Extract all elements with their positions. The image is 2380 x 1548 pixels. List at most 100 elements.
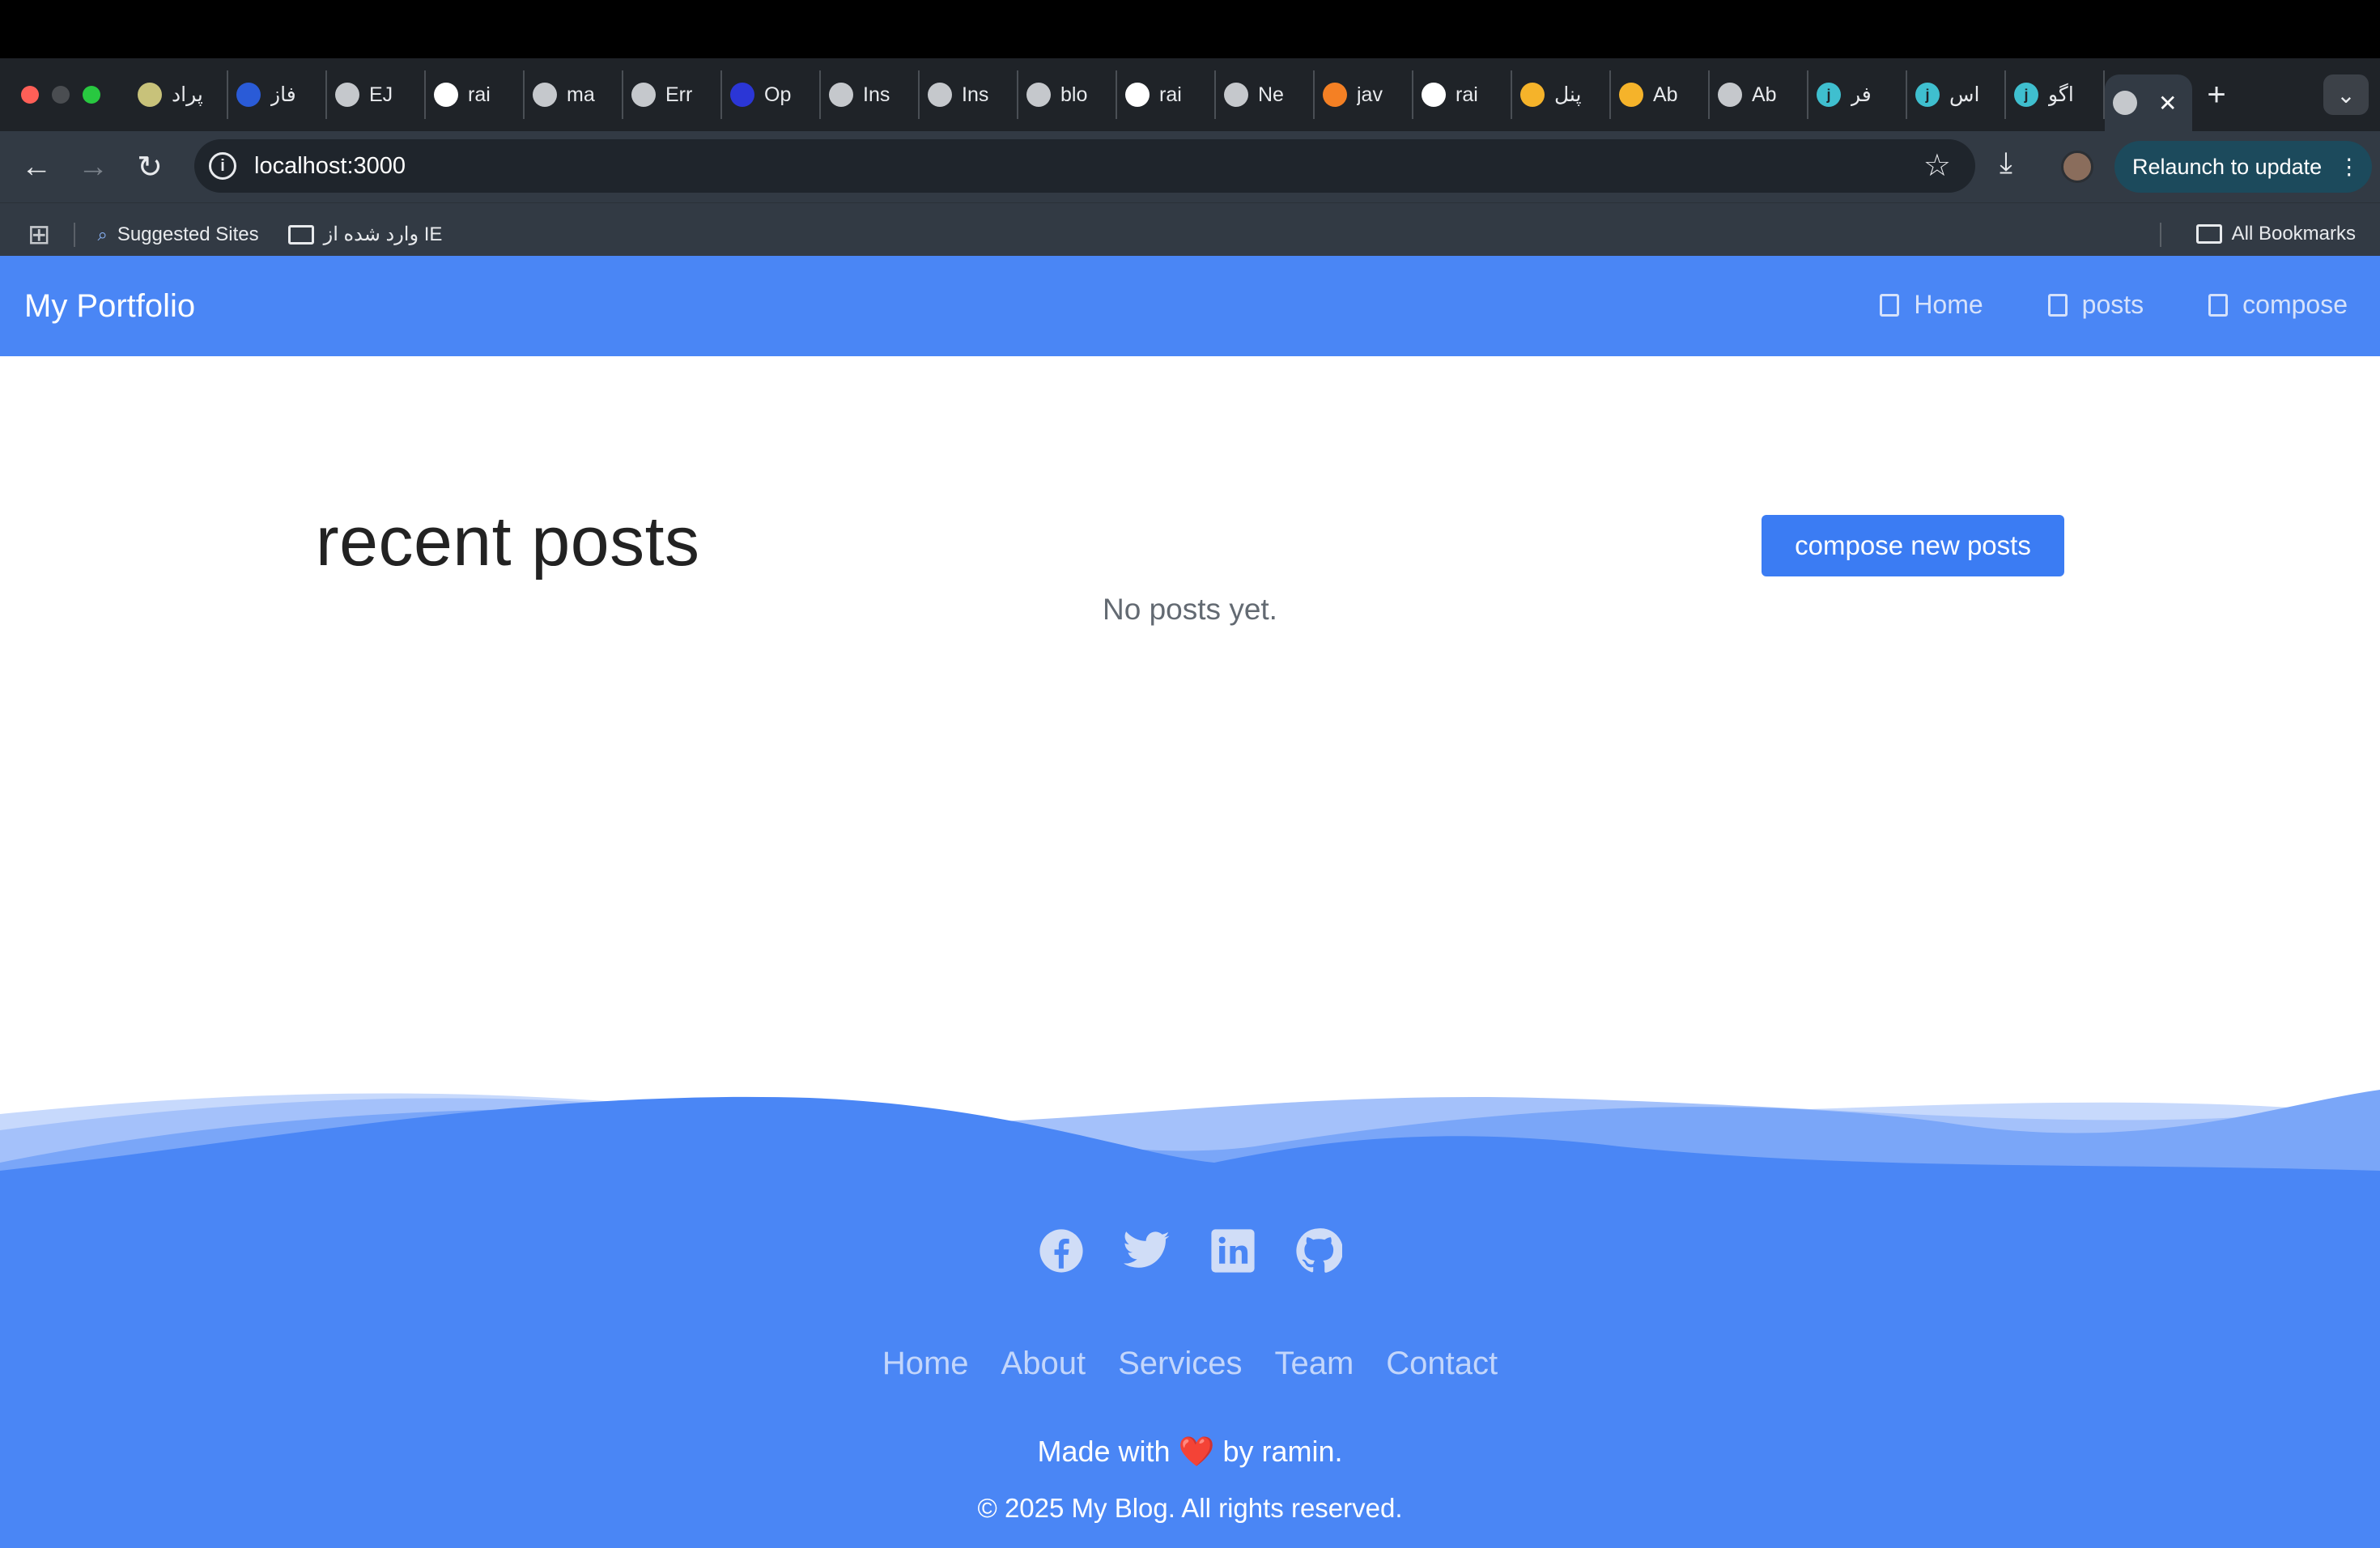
all-bookmarks-button[interactable]: All Bookmarks (2195, 223, 2356, 245)
bookmark-label: وارد شده از IE (323, 223, 443, 245)
stackoverflow-icon (1323, 83, 1347, 107)
browser-tab[interactable]: Err (623, 70, 722, 119)
browser-tab[interactable]: EJ (327, 70, 426, 119)
compose-new-posts-button[interactable]: compose new posts (1762, 515, 2064, 576)
nav-link-posts[interactable]: posts (2047, 290, 2144, 320)
browser-tab[interactable]: ma (525, 70, 623, 119)
nav-link-label: Home (1914, 290, 1983, 319)
search-icon: ⌕ (97, 223, 108, 245)
nav-link-label: posts (2081, 290, 2144, 319)
page-title: recent posts (316, 503, 700, 580)
site-navbar: My Portfolio Home posts compose (0, 256, 2380, 356)
twitter-icon[interactable] (1124, 1227, 1171, 1274)
close-tab-icon[interactable]: ✕ (2158, 90, 2177, 117)
browser-tab[interactable]: rai (1413, 70, 1512, 119)
browser-tab[interactable]: Ab (1611, 70, 1710, 119)
made-with-pre: Made with (1037, 1435, 1171, 1468)
made-with-post: by ramin. (1222, 1435, 1343, 1468)
footer-links: Home About Services Team Contact (0, 1346, 2380, 1382)
copy-icon (2047, 293, 2068, 317)
footer-link-services[interactable]: Services (1118, 1346, 1242, 1382)
footer-link-about[interactable]: About (1001, 1346, 1086, 1382)
window-controls (0, 86, 130, 104)
tab-title: پنل (1554, 83, 1582, 106)
tab-title: ma (567, 83, 595, 106)
browser-tab[interactable]: j اگو (2006, 70, 2105, 119)
apps-grid-icon[interactable]: ⊞ (28, 219, 51, 251)
footer-wave (0, 1090, 2380, 1179)
github-icon (434, 83, 458, 107)
download-icon[interactable]: ⤓ (2000, 146, 2012, 181)
chrome-icon (1224, 83, 1248, 107)
vuetify-icon (1619, 83, 1643, 107)
back-button[interactable]: ← (8, 150, 65, 185)
browser-tab[interactable]: blo (1018, 70, 1117, 119)
web-page: My Portfolio Home posts compose recent pos… (0, 256, 2380, 1548)
footer-link-contact[interactable]: Contact (1386, 1346, 1498, 1382)
site-brand[interactable]: My Portfolio (24, 288, 195, 325)
tab-title: Ins (962, 83, 989, 106)
tab-title: rai (468, 83, 491, 106)
j-icon: j (2014, 83, 2038, 107)
site-info-icon[interactable]: i (209, 152, 236, 180)
openai-icon (730, 83, 754, 107)
nav-link-compose[interactable]: compose (2208, 290, 2348, 320)
tab-search-button[interactable]: ⌄ (2323, 74, 2369, 115)
forward-button[interactable]: → (65, 150, 121, 185)
address-bar[interactable]: i localhost:3000 ☆ (194, 139, 1975, 193)
relaunch-button[interactable]: Relaunch to update ⋮ (2114, 141, 2372, 193)
browser-tab[interactable]: rai (426, 70, 525, 119)
divider (2160, 223, 2161, 247)
browser-tab-active[interactable]: ✕ (2105, 74, 2192, 131)
url-text[interactable]: localhost:3000 (254, 153, 406, 180)
more-vert-icon: ⋮ (2338, 154, 2361, 179)
browser-tab[interactable]: Op (722, 70, 821, 119)
browser-tab[interactable]: فاز (228, 70, 327, 119)
nav-link-label: compose (2242, 290, 2348, 319)
copy-icon (1880, 293, 1900, 317)
browser-tab[interactable]: Ne (1216, 70, 1315, 119)
zoom-window-button[interactable] (83, 86, 100, 104)
linkedin-icon[interactable] (1209, 1227, 1256, 1274)
globe-icon (631, 83, 656, 107)
bookmark-suggested-sites[interactable]: ⌕ Suggested Sites (98, 223, 259, 246)
tab-title: اس (1949, 83, 1980, 106)
relaunch-label: Relaunch to update (2132, 154, 2323, 179)
tab-title: rai (1456, 83, 1478, 106)
bookmark-folder-imported[interactable]: وارد شده از IE (287, 223, 443, 246)
footer-link-home[interactable]: Home (882, 1346, 969, 1382)
site-footer: Home About Services Team Contact Made with ❤… (0, 1090, 2380, 1548)
globe-icon (1026, 83, 1051, 107)
tab-title: فر (1851, 83, 1872, 106)
browser-tab[interactable]: rai (1117, 70, 1216, 119)
github-icon[interactable] (1295, 1227, 1342, 1274)
footer-link-team[interactable]: Team (1274, 1346, 1354, 1382)
github-icon (1422, 83, 1446, 107)
tab-title: پراد (172, 83, 203, 106)
reload-button[interactable]: ↻ (121, 149, 178, 185)
browser-tab[interactable]: پنل (1512, 70, 1611, 119)
j-icon: j (1817, 83, 1841, 107)
browser-tab[interactable]: پراد (130, 70, 228, 119)
mac-menubar (0, 0, 2380, 58)
facebook-icon[interactable] (1038, 1227, 1085, 1274)
minimize-window-button[interactable] (52, 86, 70, 104)
close-window-button[interactable] (21, 86, 39, 104)
browser-tab[interactable]: jav (1315, 70, 1413, 119)
bookmark-label: Suggested Sites (117, 223, 259, 245)
nav-link-home[interactable]: Home (1880, 290, 1983, 320)
shield-icon (138, 83, 162, 107)
browser-tab[interactable]: Ins (821, 70, 920, 119)
chevron-down-icon: ⌄ (2336, 82, 2356, 108)
new-tab-button[interactable]: + (2192, 77, 2241, 113)
profile-avatar[interactable] (2061, 151, 2093, 183)
browser-tab[interactable]: j اس (1907, 70, 2006, 119)
globe-icon (928, 83, 952, 107)
browser-tab[interactable]: Ab (1710, 70, 1808, 119)
browser-tab[interactable]: j فر (1808, 70, 1907, 119)
arrow-right-icon: → (78, 149, 108, 184)
bookmark-star-icon[interactable]: ☆ (1923, 147, 1951, 184)
browser-tab[interactable]: Ins (920, 70, 1018, 119)
main-content: recent posts compose new posts No posts … (0, 356, 2380, 1053)
tab-title: jav (1357, 83, 1383, 106)
